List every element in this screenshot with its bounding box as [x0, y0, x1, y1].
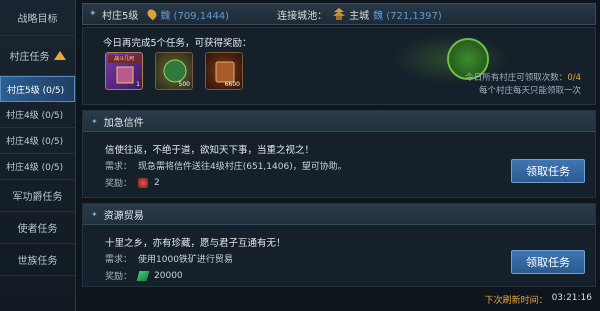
daily-note: 每个村庄每天只能领取一次 [478, 86, 581, 96]
sidebar-item-village-5[interactable]: 村庄5级 (0/5) [0, 76, 75, 102]
star-icon: ✦ [91, 116, 98, 126]
star-icon: ✦ [89, 8, 97, 19]
sidebar-item-label: 村庄5级 (0/5) [7, 85, 65, 96]
city-name: 主城 [349, 10, 370, 22]
reward-item-3[interactable]: 6600 [205, 52, 243, 90]
task-description: 十里之乡，亦有珍藏，愿与君子互通有无！ [105, 238, 286, 249]
village-name: 村庄5级 [102, 10, 139, 22]
sidebar-item-label: 使者任务 [17, 224, 58, 235]
task-panel-letter: ✦ 加急信件 信使往返，不绝于道，欲知天下事，当重之视之！ 需求： 现急需将信件… [82, 110, 596, 198]
count-label: 今日所有村庄可领取次数： [465, 73, 568, 83]
sidebar-item-clan[interactable]: 世族任务 [0, 244, 75, 276]
reward-count: 1 [136, 81, 140, 88]
task-header: ✦ 加急信件 [83, 111, 595, 132]
daily-count: 今日所有村庄可领取次数：0/4 [465, 71, 581, 83]
village-coord-link[interactable]: 魏 (709,1444) [160, 7, 229, 22]
sidebar-item-label: 村庄任务 [9, 52, 50, 63]
sidebar-item-label: 世族任务 [17, 256, 58, 267]
requirement-label: 需求： [105, 162, 133, 172]
reward-count: 6600 [224, 81, 240, 88]
task-reward: 奖励： 20000 [105, 269, 183, 282]
sidebar-item-military-rank[interactable]: 军功爵任务 [0, 180, 75, 212]
sidebar: 战略目标 村庄任务 村庄5级 (0/5) 村庄4级 (0/5) 村庄4级 (0/… [0, 0, 76, 311]
sidebar-item-village-4c[interactable]: 村庄4级 (0/5) [0, 154, 75, 180]
accept-task-button[interactable]: 领取任务 [511, 159, 585, 183]
reward-label: 奖励： [105, 179, 133, 189]
count-value: 0/4 [567, 73, 581, 83]
daily-title: 今日再完成5个任务，可获得奖励： [103, 38, 252, 49]
sidebar-item-village-4b[interactable]: 村庄4级 (0/5) [0, 128, 75, 154]
task-title: 资源贸易 [103, 210, 144, 222]
connect-label: 连接城池： [277, 10, 328, 22]
requirement-value: 使用1000铁矿进行贸易 [138, 255, 233, 265]
refresh-timer: 下次刷新时间： 03:21:16 [485, 293, 592, 306]
village-header: ✦ 村庄5级 魏 (709,1444) 连接城池： 主城 魏 (721,1397… [82, 3, 596, 25]
requirement-value: 现急需将信件送往4级村庄(651,1406)，望可协助。 [138, 162, 347, 172]
task-reward: 奖励： 2 [105, 176, 160, 189]
sidebar-item-label: 村庄4级 (0/5) [6, 137, 64, 147]
star-icon: ✦ [91, 209, 98, 219]
sidebar-item-envoy[interactable]: 使者任务 [0, 212, 75, 244]
refresh-time: 03:21:16 [551, 293, 592, 303]
sidebar-item-village-tasks[interactable]: 村庄任务 [0, 36, 75, 76]
sidebar-item-label: 军功爵任务 [12, 192, 63, 203]
sidebar-item-label: 战略目标 [17, 14, 58, 25]
task-description: 信使往返，不绝于道，欲知天下事，当重之视之！ [105, 145, 315, 156]
accept-task-button[interactable]: 领取任务 [511, 250, 585, 274]
reward-item-1[interactable]: 战斗几何 1 [105, 52, 143, 90]
city-coord-link[interactable]: 魏 (721,1397) [373, 7, 442, 22]
task-requirement: 需求： 现急需将信件送往4级村庄(651,1406)，望可协助。 [105, 159, 347, 172]
refresh-label: 下次刷新时间： [484, 296, 548, 306]
warning-icon [53, 51, 66, 60]
sidebar-item-label: 村庄4级 (0/5) [6, 111, 64, 121]
requirement-label: 需求： [105, 255, 133, 265]
sidebar-item-label: 村庄4级 (0/5) [6, 163, 64, 173]
task-panel-trade: ✦ 资源贸易 十里之乡，亦有珍藏，愿与君子互通有无！ 需求： 使用1000铁矿进… [82, 203, 596, 287]
reward-count: 500 [178, 81, 190, 88]
main-panel: ✦ 村庄5级 魏 (709,1444) 连接城池： 主城 魏 (721,1397… [78, 0, 600, 311]
task-title: 加急信件 [103, 117, 144, 129]
reward-item-2[interactable]: 500 [155, 52, 193, 90]
iron-ore-icon [136, 270, 150, 281]
horse-token-icon [138, 177, 149, 188]
city-pagoda-icon [333, 8, 346, 20]
location-pin-icon [146, 7, 159, 21]
daily-reward-panel: 今日再完成5个任务，可获得奖励： 战斗几何 1 500 6600 今日所有村庄可… [82, 27, 596, 105]
task-requirement: 需求： 使用1000铁矿进行贸易 [105, 252, 233, 265]
sidebar-item-strategy[interactable]: 战略目标 [0, 0, 75, 36]
reward-value: 2 [154, 177, 160, 188]
reward-value: 20000 [154, 270, 183, 281]
task-header: ✦ 资源贸易 [83, 204, 595, 225]
sidebar-item-village-4a[interactable]: 村庄4级 (0/5) [0, 102, 75, 128]
reward-label: 奖励： [105, 272, 133, 282]
